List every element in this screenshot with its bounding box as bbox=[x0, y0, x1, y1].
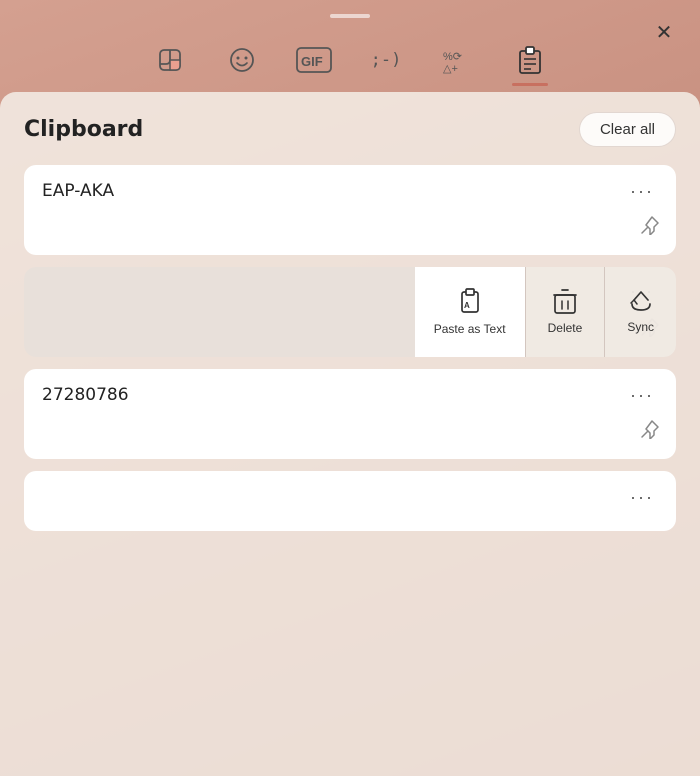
close-button[interactable]: ✕ bbox=[648, 16, 680, 48]
ctx-sync-button[interactable]: Sync bbox=[605, 267, 676, 357]
svg-text:GIF: GIF bbox=[301, 54, 323, 69]
context-menu: A Paste as Text bbox=[24, 267, 676, 357]
gif-icon: GIF bbox=[296, 47, 332, 73]
delete-icon bbox=[553, 289, 577, 315]
tab-symbols[interactable]: %⟳ △+ bbox=[428, 36, 488, 84]
ctx-paste-as-text-button[interactable]: A Paste as Text bbox=[415, 267, 525, 357]
clipboard-header: Clipboard Clear all bbox=[24, 112, 676, 147]
content-area: Clipboard Clear all EAP-AKA ··· bbox=[0, 92, 700, 776]
svg-text:%⟳: %⟳ bbox=[443, 51, 462, 63]
paste-as-text-icon: A bbox=[456, 288, 484, 316]
clip-more-button-4[interactable]: ··· bbox=[626, 487, 658, 508]
clip-more-button-1[interactable]: ··· bbox=[626, 181, 658, 202]
stickers-icon bbox=[156, 46, 184, 74]
clip-item-1: EAP-AKA ··· bbox=[24, 165, 676, 255]
tab-gif[interactable]: GIF bbox=[284, 36, 344, 84]
svg-text:△+: △+ bbox=[443, 63, 458, 74]
clip-item-3: 27280786 ··· bbox=[24, 369, 676, 459]
clip-item-top-1: EAP-AKA ··· bbox=[42, 181, 658, 202]
pin-icon-1 bbox=[640, 215, 660, 235]
tab-emoji[interactable] bbox=[212, 36, 272, 84]
pin-icon-3 bbox=[640, 419, 660, 439]
tab-stickers[interactable] bbox=[140, 36, 200, 84]
ctx-sync-label: Sync bbox=[627, 320, 654, 334]
clip-item-top-4: ··· bbox=[42, 487, 658, 508]
clip-pin-button-1[interactable] bbox=[640, 215, 660, 241]
clipboard-icon bbox=[517, 46, 543, 74]
clip-text-1: EAP-AKA bbox=[42, 181, 114, 201]
ctx-delete-label: Delete bbox=[548, 321, 583, 335]
svg-text:A: A bbox=[464, 301, 470, 310]
emoji-icon bbox=[228, 46, 256, 74]
symbols-icon: %⟳ △+ bbox=[443, 46, 473, 74]
tab-clipboard[interactable] bbox=[500, 36, 560, 84]
clipboard-title: Clipboard bbox=[24, 117, 143, 142]
drag-handle[interactable] bbox=[330, 14, 370, 18]
panel: GIF ;-) %⟳ △+ Clipboard Clear al bbox=[0, 28, 700, 776]
clear-all-button[interactable]: Clear all bbox=[579, 112, 676, 147]
sync-icon bbox=[628, 290, 654, 314]
ctx-paste-label: Paste as Text bbox=[434, 322, 506, 336]
clipboard-list: EAP-AKA ··· ··· bbox=[24, 165, 676, 531]
ctx-spacer bbox=[24, 267, 415, 357]
clip-item-2-container: ··· bbox=[24, 267, 676, 357]
tab-kaomoji[interactable]: ;-) bbox=[356, 36, 416, 84]
clip-item-top-3: 27280786 ··· bbox=[42, 385, 658, 406]
clip-pin-button-3[interactable] bbox=[640, 419, 660, 445]
kaomoji-icon: ;-) bbox=[371, 50, 402, 70]
clip-more-button-3[interactable]: ··· bbox=[626, 385, 658, 406]
clip-item-4: ··· bbox=[24, 471, 676, 531]
tab-bar: GIF ;-) %⟳ △+ bbox=[0, 28, 700, 84]
clip-text-3: 27280786 bbox=[42, 385, 129, 405]
ctx-delete-button[interactable]: Delete bbox=[526, 267, 605, 357]
